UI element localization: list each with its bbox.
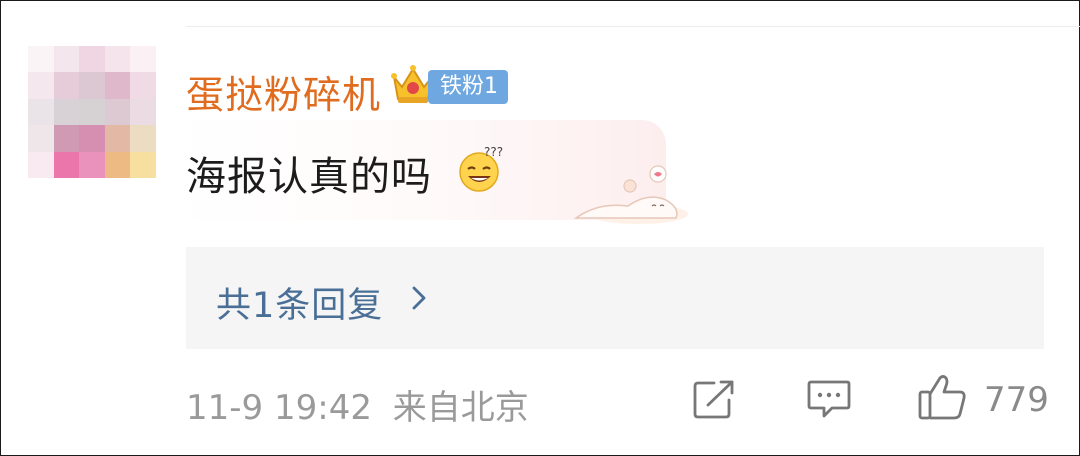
avatar[interactable]: [28, 46, 156, 178]
thumbs-up-icon[interactable]: [916, 372, 968, 422]
timestamp: 11-9 19:42: [186, 388, 372, 428]
location: 来自北京: [392, 388, 529, 428]
view-replies-link[interactable]: 共1条回复: [216, 277, 383, 328]
comment-text: 海报认真的吗: [186, 154, 432, 200]
username[interactable]: 蛋挞粉碎机: [186, 64, 381, 119]
comment-meta: 11-9 19:42 来自北京: [186, 380, 529, 429]
svg-text:???: ???: [484, 145, 503, 159]
fan-level-badge[interactable]: 铁粉1: [428, 70, 508, 104]
chevron-right-icon: [412, 286, 426, 310]
like-count: 779: [984, 380, 1049, 420]
sleeping-cat-sticker-icon: [573, 165, 688, 224]
replies-panel[interactable]: 共1条回复: [186, 247, 1044, 349]
top-divider: [186, 26, 1080, 27]
share-icon[interactable]: [692, 378, 738, 420]
thinking-grin-emoji-icon: ???: [459, 145, 503, 192]
comment-icon[interactable]: [806, 378, 852, 420]
